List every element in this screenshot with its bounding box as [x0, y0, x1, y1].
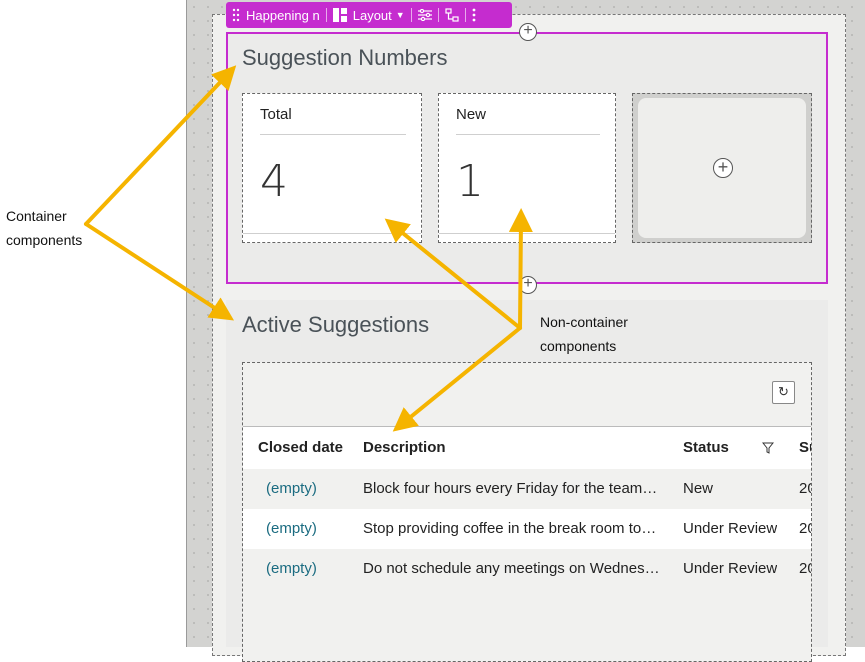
arrow-to-description-column [392, 326, 522, 432]
arrow-to-new-card [508, 208, 533, 330]
annotation-arrows [84, 65, 533, 432]
arrow-to-active-suggestions [84, 222, 235, 321]
arrow-to-total-card [384, 218, 522, 330]
arrow-to-suggestion-numbers [84, 65, 237, 226]
